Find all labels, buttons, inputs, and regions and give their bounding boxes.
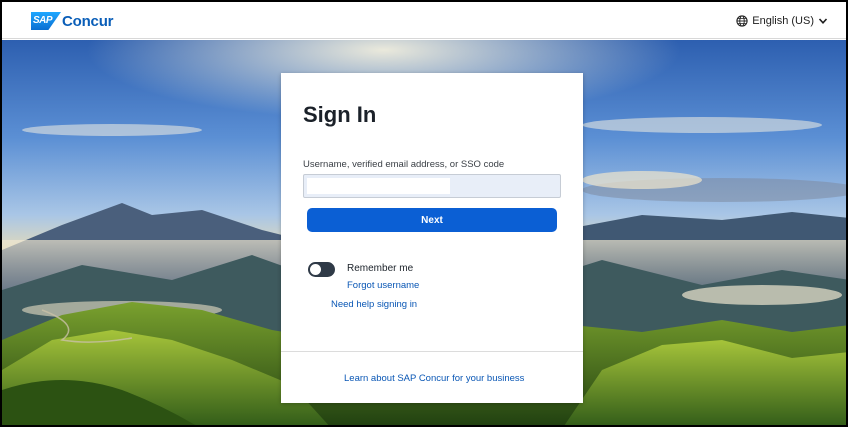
username-input[interactable] <box>307 178 450 194</box>
toggle-knob <box>310 264 321 275</box>
need-help-link[interactable]: Need help signing in <box>331 299 417 310</box>
remember-me-toggle[interactable] <box>308 262 335 277</box>
signin-card: Sign In Username, verified email address… <box>281 73 583 403</box>
top-header: SAP Concur English (US) <box>2 2 846 39</box>
chevron-down-icon <box>818 18 828 24</box>
sap-logo-mark: SAP <box>31 12 61 30</box>
forgot-username-link[interactable]: Forgot username <box>347 280 419 291</box>
language-selector[interactable]: English (US) <box>736 15 828 27</box>
username-field-wrapper[interactable] <box>303 174 561 198</box>
card-divider <box>281 351 583 352</box>
signin-title: Sign In <box>303 102 377 127</box>
learn-more-link[interactable]: Learn about SAP Concur for your business <box>344 373 524 384</box>
page-frame: SAP Concur English (US) Sign In Username… <box>0 0 848 427</box>
remember-me-label: Remember me <box>347 263 414 274</box>
next-button[interactable]: Next <box>307 208 557 232</box>
username-label: Username, verified email address, or SSO… <box>303 159 505 170</box>
brand-name: Concur <box>62 12 114 30</box>
sap-concur-logo[interactable]: SAP Concur <box>31 11 114 31</box>
globe-icon <box>736 15 748 27</box>
language-label: English (US) <box>752 15 814 27</box>
